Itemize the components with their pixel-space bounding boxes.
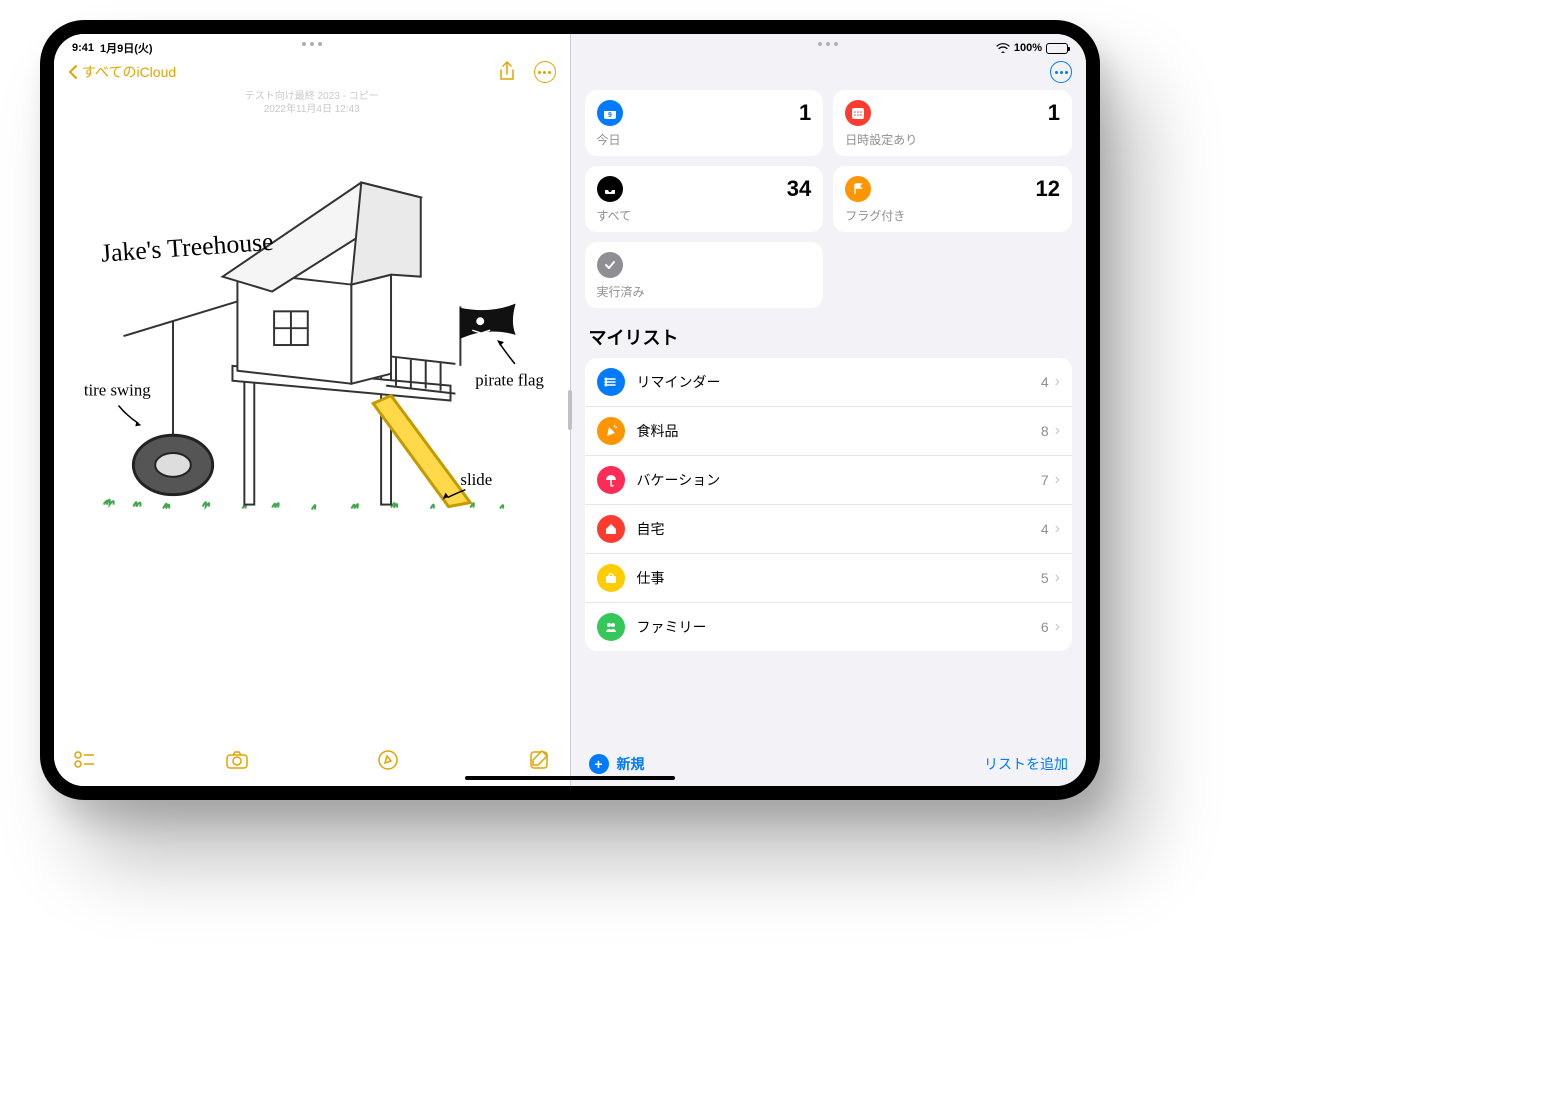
smart-list-flagged[interactable]: 12 フラグ付き xyxy=(833,166,1072,232)
chevron-right-icon: › xyxy=(1055,373,1060,391)
list-icon xyxy=(597,368,625,396)
wifi-icon xyxy=(996,43,1010,53)
calendar-today-icon: 9 xyxy=(597,100,623,126)
list-icon xyxy=(597,613,625,641)
more-icon[interactable] xyxy=(534,61,556,83)
split-view-handle[interactable] xyxy=(568,390,572,430)
list-item[interactable]: バケーション7 › xyxy=(585,456,1073,505)
battery-icon xyxy=(1046,43,1068,54)
list-count: 5 xyxy=(1041,570,1049,586)
camera-icon[interactable] xyxy=(225,750,249,775)
reminders-lists: リマインダー4›食料品8›バケーション7›自宅4›仕事5›ファミリー6› xyxy=(585,358,1073,651)
list-count: 4 xyxy=(1041,374,1049,390)
checklist-icon[interactable] xyxy=(74,751,96,774)
checkmark-icon xyxy=(597,252,623,278)
list-icon xyxy=(597,417,625,445)
list-label: バケーション xyxy=(637,470,1041,490)
list-icon xyxy=(597,515,625,543)
list-count: 4 xyxy=(1041,521,1049,537)
list-item[interactable]: 食料品8 › xyxy=(585,407,1073,456)
list-item[interactable]: 自宅4 › xyxy=(585,505,1073,554)
flag-icon xyxy=(845,176,871,202)
flagged-label: フラグ付き xyxy=(845,207,1060,224)
smart-list-all[interactable]: 34 すべて xyxy=(585,166,824,232)
treehouse-sketch: Jake's Treehouse tire swing pirate flag … xyxy=(64,128,560,544)
label-tire-swing: tire swing xyxy=(84,381,151,400)
status-time: 9:41 xyxy=(72,42,94,54)
list-label: ファミリー xyxy=(637,617,1041,637)
new-reminder-button[interactable]: + 新規 xyxy=(589,754,645,774)
list-item[interactable]: 仕事5 › xyxy=(585,554,1073,603)
list-item[interactable]: ファミリー6 › xyxy=(585,603,1073,651)
reminders-app-pane: 9 1 今日 1 日時設定あり xyxy=(571,34,1087,786)
list-item[interactable]: リマインダー4 › xyxy=(585,358,1073,407)
new-reminder-label: 新規 xyxy=(617,754,645,774)
scheduled-count: 1 xyxy=(1048,100,1060,126)
back-label: すべてのiCloud xyxy=(82,62,176,82)
ipad-device-frame: 9:41 1月9日(火) 100% すべてのiCloud xyxy=(40,20,1100,800)
list-label: 食料品 xyxy=(637,421,1041,441)
list-label: 仕事 xyxy=(637,568,1041,588)
share-icon[interactable] xyxy=(498,61,516,83)
svg-text:9: 9 xyxy=(608,112,612,119)
note-drawing-canvas[interactable]: Jake's Treehouse tire swing pirate flag … xyxy=(54,122,570,738)
all-count: 34 xyxy=(787,176,811,202)
chevron-right-icon: › xyxy=(1055,520,1060,538)
today-label: 今日 xyxy=(597,131,812,148)
markup-icon[interactable] xyxy=(377,749,399,776)
note-title-meta: テスト向け最終 2023 - コピー xyxy=(54,90,570,103)
completed-label: 実行済み xyxy=(597,283,812,300)
ipad-screen: 9:41 1月9日(火) 100% すべてのiCloud xyxy=(54,34,1086,786)
back-button[interactable]: すべてのiCloud xyxy=(68,62,176,82)
label-pirate-flag: pirate flag xyxy=(475,371,544,390)
battery-percentage: 100% xyxy=(1014,42,1042,54)
my-lists-heading: マイリスト xyxy=(571,308,1087,358)
inbox-icon xyxy=(597,176,623,202)
list-count: 8 xyxy=(1041,423,1049,439)
list-label: リマインダー xyxy=(637,372,1041,392)
list-icon xyxy=(597,564,625,592)
list-icon xyxy=(597,466,625,494)
all-label: すべて xyxy=(597,207,812,224)
chevron-right-icon: › xyxy=(1055,569,1060,587)
chevron-right-icon: › xyxy=(1055,471,1060,489)
smart-list-scheduled[interactable]: 1 日時設定あり xyxy=(833,90,1072,156)
note-metadata: テスト向け最終 2023 - コピー 2022年11月4日 12:43 xyxy=(54,90,570,116)
flagged-count: 12 xyxy=(1036,176,1060,202)
compose-icon[interactable] xyxy=(528,749,550,776)
chevron-right-icon: › xyxy=(1055,618,1060,636)
scheduled-label: 日時設定あり xyxy=(845,131,1060,148)
smart-list-today[interactable]: 9 1 今日 xyxy=(585,90,824,156)
status-date: 1月9日(火) xyxy=(100,40,153,56)
smart-list-completed[interactable]: 実行済み xyxy=(585,242,824,308)
notes-app-pane: すべてのiCloud テスト向け最終 2023 - コピー 2022年11月4日… xyxy=(54,34,571,786)
note-date-meta: 2022年11月4日 12:43 xyxy=(54,103,570,116)
today-count: 1 xyxy=(799,100,811,126)
calendar-icon xyxy=(845,100,871,126)
chevron-right-icon: › xyxy=(1055,422,1060,440)
list-count: 7 xyxy=(1041,472,1049,488)
plus-icon: + xyxy=(589,754,609,774)
home-indicator[interactable] xyxy=(465,776,675,780)
more-icon[interactable] xyxy=(1050,61,1072,83)
status-bar: 9:41 1月9日(火) 100% xyxy=(54,34,1086,58)
smart-lists-grid: 9 1 今日 1 日時設定あり xyxy=(571,90,1087,308)
label-slide: slide xyxy=(460,470,492,489)
list-count: 6 xyxy=(1041,619,1049,635)
add-list-button[interactable]: リストを追加 xyxy=(984,754,1068,774)
list-label: 自宅 xyxy=(637,519,1041,539)
